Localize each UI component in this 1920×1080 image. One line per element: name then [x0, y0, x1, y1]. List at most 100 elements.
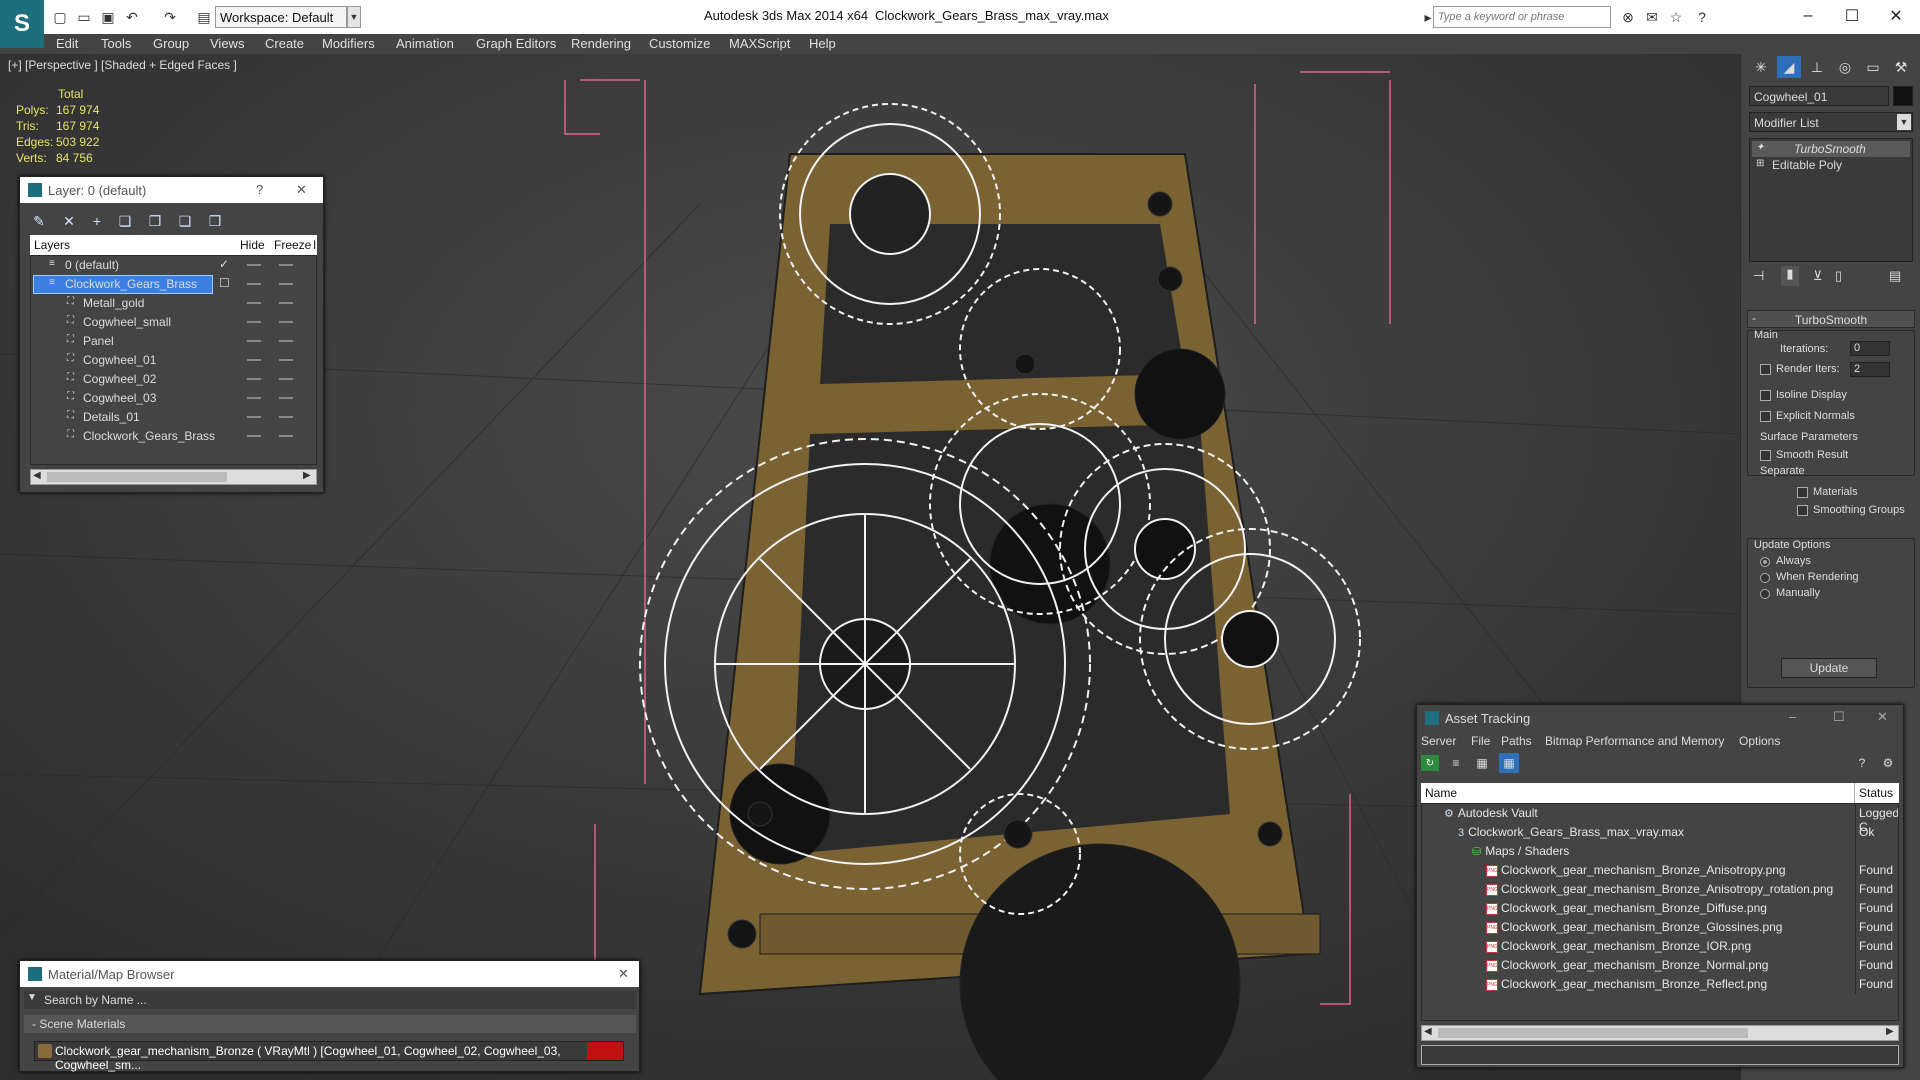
layer-row[interactable]: ⛶ Cogwheel_small: [31, 313, 318, 332]
menu-create[interactable]: Create: [265, 34, 304, 54]
asset-row[interactable]: PNG Clockwork_gear_mechanism_Bronze_Aniso…: [1422, 880, 1898, 899]
workspace-select[interactable]: Workspace: Default: [215, 6, 347, 28]
object-name-field[interactable]: Cogwheel_01: [1749, 86, 1889, 106]
asset-row[interactable]: PNG Clockwork_gear_mechanism_Bronze_Refle…: [1422, 975, 1898, 994]
refresh-icon[interactable]: ↻: [1421, 755, 1439, 771]
settings-icon[interactable]: ⚙: [1879, 755, 1897, 771]
make-unique-icon[interactable]: ⊻: [1813, 268, 1823, 284]
always-radio[interactable]: [1760, 557, 1770, 567]
material-titlebar[interactable]: Material/Map Browser ✕: [20, 961, 639, 987]
col-status[interactable]: Status: [1859, 786, 1893, 800]
asset-path-field[interactable]: [1421, 1045, 1899, 1065]
add-to-layer-icon[interactable]: +: [86, 211, 108, 231]
modifier-list-select[interactable]: Modifier List: [1749, 112, 1913, 132]
menu-paths[interactable]: Paths: [1501, 734, 1532, 748]
when-rendering-radio[interactable]: [1760, 573, 1770, 583]
chevron-down-icon[interactable]: ▼: [1897, 114, 1911, 130]
close-icon[interactable]: ✕: [618, 966, 629, 982]
col-extra[interactable]: I: [313, 238, 316, 252]
close-icon[interactable]: ✕: [296, 182, 307, 198]
menu-tools[interactable]: Tools: [101, 34, 131, 54]
menu-server[interactable]: Server: [1421, 734, 1456, 748]
layer-row[interactable]: ⛶ Cogwheel_02: [31, 370, 318, 389]
layer-row[interactable]: ⛶ Cogwheel_03: [31, 389, 318, 408]
configure-sets-icon[interactable]: ▤: [1889, 268, 1901, 284]
freeze-toggle[interactable]: [279, 435, 293, 437]
menu-group[interactable]: Group: [153, 34, 189, 54]
save-file-icon[interactable]: ▣: [98, 7, 118, 27]
layer-row[interactable]: ⛶ Panel: [31, 332, 318, 351]
layer-row[interactable]: ⛶ Clockwork_Gears_Brass: [31, 427, 318, 446]
asset-titlebar[interactable]: Asset Tracking – ☐ ✕: [1417, 705, 1903, 731]
material-item[interactable]: Clockwork_gear_mechanism_Bronze ( VRayMt…: [34, 1041, 624, 1072]
menu-rendering[interactable]: Rendering: [571, 34, 631, 54]
smoothing-groups-checkbox[interactable]: [1797, 505, 1808, 516]
freeze-toggle[interactable]: [279, 283, 293, 285]
redo-icon[interactable]: ↷: [160, 7, 180, 27]
create-layer-icon[interactable]: ✎: [28, 211, 50, 231]
new-file-icon[interactable]: ▢: [50, 7, 70, 27]
asset-row[interactable]: ⛁ Maps / Shaders: [1422, 842, 1898, 861]
explicit-normals-checkbox[interactable]: [1760, 411, 1771, 422]
menu-bitmap-performance[interactable]: Bitmap Performance and Memory: [1545, 734, 1724, 748]
hierarchy-tab-icon[interactable]: ⊥: [1805, 56, 1829, 78]
menu-maxscript[interactable]: MAXScript: [729, 34, 790, 54]
layer-row[interactable]: ≡ 0 (default) ✓: [31, 256, 318, 275]
col-hide[interactable]: Hide: [240, 238, 265, 252]
motion-tab-icon[interactable]: ◎: [1833, 56, 1857, 78]
scene-materials-header[interactable]: - Scene Materials: [24, 1015, 636, 1033]
layer-row[interactable]: ⛶ Metall_gold: [31, 294, 318, 313]
expand-icon[interactable]: ⊞: [1756, 158, 1764, 169]
freeze-toggle[interactable]: [279, 416, 293, 418]
menu-help[interactable]: Help: [809, 34, 836, 54]
layer-row[interactable]: ⛶ Cogwheel_01: [31, 351, 318, 370]
select-objects-icon[interactable]: ❏: [114, 211, 136, 231]
asset-row[interactable]: PNG Clockwork_gear_mechanism_Bronze_Norma…: [1422, 956, 1898, 975]
freeze-toggle[interactable]: [279, 397, 293, 399]
menu-views[interactable]: Views: [210, 34, 244, 54]
set-current-box-icon[interactable]: ☐: [219, 276, 230, 290]
scroll-thumb[interactable]: [1438, 1028, 1748, 1038]
freeze-toggle[interactable]: [279, 378, 293, 380]
remove-modifier-icon[interactable]: ▯: [1835, 268, 1842, 284]
layer-row[interactable]: ⛶ Details_01: [31, 408, 318, 427]
filter-icon[interactable]: ▼: [27, 992, 37, 1003]
binoculars-icon[interactable]: ⊗: [1618, 7, 1638, 27]
communication-center-icon[interactable]: ✉: [1642, 7, 1662, 27]
column-divider[interactable]: [1854, 783, 1855, 803]
menu-animation[interactable]: Animation: [396, 34, 454, 54]
menu-customize[interactable]: Customize: [649, 34, 710, 54]
menu-modifiers[interactable]: Modifiers: [322, 34, 375, 54]
horizontal-scrollbar[interactable]: ◀ ▶: [30, 469, 317, 485]
maximize-icon[interactable]: ☐: [1832, 4, 1872, 28]
freeze-toggle[interactable]: [279, 264, 293, 266]
scroll-thumb[interactable]: [47, 472, 227, 482]
table-view-icon[interactable]: ▦: [1499, 753, 1519, 773]
hide-toggle[interactable]: [247, 321, 261, 323]
freeze-toggle[interactable]: [279, 321, 293, 323]
menu-file[interactable]: File: [1471, 734, 1490, 748]
close-icon[interactable]: ✕: [1877, 709, 1888, 725]
isoline-checkbox[interactable]: [1760, 390, 1771, 401]
menu-options[interactable]: Options: [1739, 734, 1780, 748]
display-tab-icon[interactable]: ▭: [1861, 56, 1885, 78]
asset-row[interactable]: PNG Clockwork_gear_mechanism_Bronze_Diffu…: [1422, 899, 1898, 918]
layer-panel-titlebar[interactable]: Layer: 0 (default) ? ✕: [20, 177, 323, 203]
show-end-result-icon[interactable]: ▮: [1781, 266, 1799, 286]
menu-edit[interactable]: Edit: [56, 34, 78, 54]
utilities-tab-icon[interactable]: ⚒: [1889, 56, 1913, 78]
render-iters-spinner[interactable]: 2: [1850, 362, 1890, 377]
scroll-left-icon[interactable]: ◀: [1424, 1026, 1432, 1037]
hide-all-icon[interactable]: ❑: [174, 211, 196, 231]
list-view-icon[interactable]: ≡: [1447, 755, 1465, 771]
hide-toggle[interactable]: [247, 359, 261, 361]
hide-toggle[interactable]: [247, 397, 261, 399]
open-file-icon[interactable]: ▭: [74, 7, 94, 27]
freeze-toggle[interactable]: [279, 340, 293, 342]
hide-toggle[interactable]: [247, 416, 261, 418]
modify-tab-icon[interactable]: ◢: [1777, 56, 1801, 78]
highlight-layer-icon[interactable]: ❐: [144, 211, 166, 231]
asset-row[interactable]: PNG Clockwork_gear_mechanism_Bronze_Aniso…: [1422, 861, 1898, 880]
asset-row[interactable]: ⚙ Autodesk Vault Logged C: [1422, 804, 1898, 834]
chevron-down-icon[interactable]: ▼: [347, 6, 361, 28]
